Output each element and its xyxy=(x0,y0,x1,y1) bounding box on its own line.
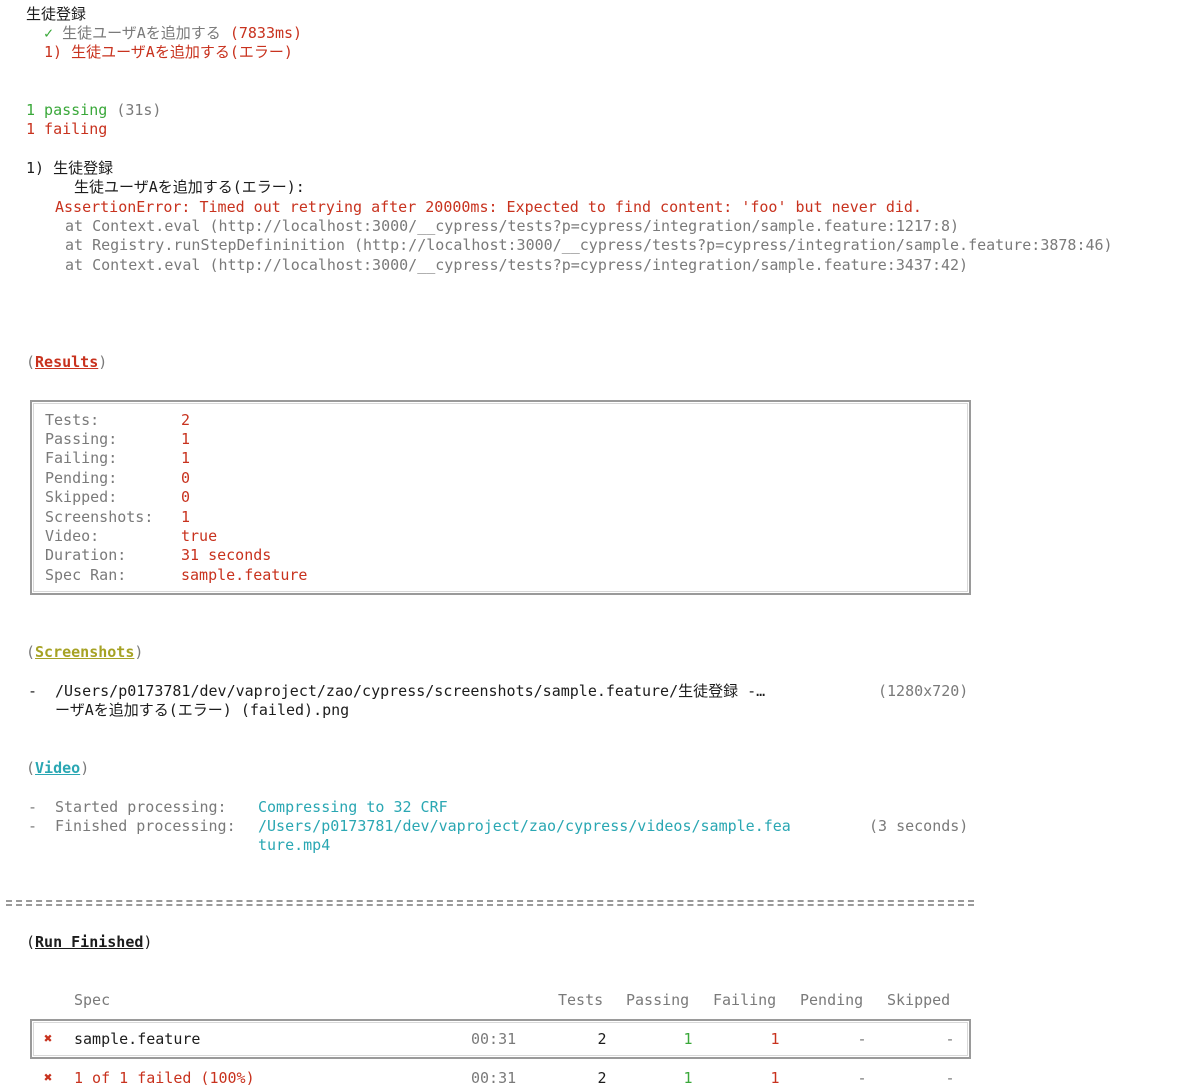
passed-test-name: 生徒ユーザAを追加する xyxy=(62,24,221,42)
results-label-screenshots: Screenshots: xyxy=(45,508,154,526)
run-finished-heading-text: Run Finished xyxy=(35,933,144,951)
suite-title: 生徒登録 xyxy=(26,5,87,23)
row-time: 00:31 xyxy=(471,1030,517,1048)
fail-x-icon: ✖ xyxy=(44,1031,53,1047)
col-spec: Spec xyxy=(74,991,111,1009)
screenshot-path-cont: ーザAを追加する(エラー) (failed).png xyxy=(55,701,350,719)
screenshots-heading: (Screenshots) xyxy=(26,643,144,661)
results-box xyxy=(30,400,971,595)
row-failing: 1 xyxy=(770,1030,780,1048)
col-skipped: Skipped xyxy=(887,991,951,1009)
video-heading-text: Video xyxy=(35,759,81,777)
screenshot-path: /Users/p0173781/dev/vaproject/zao/cypres… xyxy=(55,682,766,700)
total-skipped: - xyxy=(945,1069,955,1087)
separator-line xyxy=(6,900,974,906)
stack-line: at Context.eval (http://localhost:3000/_… xyxy=(65,256,969,274)
passed-test-line: ✓ 生徒ユーザAを追加する (7833ms) xyxy=(44,24,302,43)
results-label-failing: Failing: xyxy=(45,449,118,467)
total-failing: 1 xyxy=(770,1069,780,1087)
results-label-pending: Pending: xyxy=(45,469,118,487)
results-value-spec-ran: sample.feature xyxy=(181,566,308,584)
results-heading: (Results) xyxy=(26,353,108,371)
video-started-label: Started processing: xyxy=(55,798,227,816)
stack-line: at Registry.runStepDefininition (http://… xyxy=(65,236,1113,254)
results-label-skipped: Skipped: xyxy=(45,488,118,506)
stack-line: at Context.eval (http://localhost:3000/_… xyxy=(65,217,960,235)
total-time: 00:31 xyxy=(471,1069,517,1087)
results-value-screenshots: 1 xyxy=(181,508,191,526)
col-failing: Failing xyxy=(713,991,777,1009)
col-tests: Tests xyxy=(558,991,604,1009)
video-finished-time: (3 seconds) xyxy=(869,817,969,835)
row-spec: sample.feature xyxy=(74,1030,201,1048)
video-finished-value-cont: ture.mp4 xyxy=(258,836,331,854)
video-bullet: - xyxy=(28,798,38,816)
passing-time: (31s) xyxy=(116,101,162,119)
error-heading: 1) 生徒登録 xyxy=(26,159,114,177)
error-message: AssertionError: Timed out retrying after… xyxy=(55,198,922,216)
video-bullet: - xyxy=(28,817,38,835)
results-label-duration: Duration: xyxy=(45,546,127,564)
row-passing: 1 xyxy=(683,1030,693,1048)
passing-count: 1 passing xyxy=(26,101,108,119)
video-finished-value: /Users/p0173781/dev/vaproject/zao/cypres… xyxy=(258,817,791,835)
row-tests: 2 xyxy=(597,1030,607,1048)
results-label-video: Video: xyxy=(45,527,100,545)
row-skipped: - xyxy=(945,1030,955,1048)
screenshot-size: (1280x720) xyxy=(878,682,969,700)
video-heading: (Video) xyxy=(26,759,90,777)
results-label-passing: Passing: xyxy=(45,430,118,448)
run-finished-heading: (Run Finished) xyxy=(26,933,153,951)
results-heading-text: Results xyxy=(35,353,99,371)
failed-test-line: 1) 生徒ユーザAを追加する(エラー) xyxy=(44,43,293,61)
total-tests: 2 xyxy=(597,1069,607,1087)
screenshot-bullet: - xyxy=(28,682,38,700)
results-value-pending: 0 xyxy=(181,469,191,487)
results-value-duration: 31 seconds xyxy=(181,546,272,564)
total-pending: - xyxy=(857,1069,867,1087)
total-label: 1 of 1 failed (100%) xyxy=(74,1069,255,1087)
error-test-line: 生徒ユーザAを追加する(エラー): xyxy=(74,178,305,196)
total-passing: 1 xyxy=(683,1069,693,1087)
check-icon: ✓ xyxy=(44,24,54,42)
results-label-tests: Tests: xyxy=(45,411,100,429)
results-value-failing: 1 xyxy=(181,449,191,467)
screenshots-heading-text: Screenshots xyxy=(35,643,135,661)
col-passing: Passing xyxy=(626,991,690,1009)
results-label-spec-ran: Spec Ran: xyxy=(45,566,127,584)
results-value-passing: 1 xyxy=(181,430,191,448)
video-started-value: Compressing to 32 CRF xyxy=(258,798,448,816)
col-pending: Pending xyxy=(800,991,864,1009)
row-pending: - xyxy=(857,1030,867,1048)
total-fail-x-icon: ✖ xyxy=(44,1070,53,1086)
failing-count: 1 failing xyxy=(26,120,108,138)
video-finished-label: Finished processing: xyxy=(55,817,236,835)
passed-test-duration: (7833ms) xyxy=(229,24,303,42)
results-value-skipped: 0 xyxy=(181,488,191,506)
results-value-video: true xyxy=(181,527,218,545)
passing-summary: 1 passing (31s) xyxy=(26,101,161,120)
results-value-tests: 2 xyxy=(181,411,191,429)
